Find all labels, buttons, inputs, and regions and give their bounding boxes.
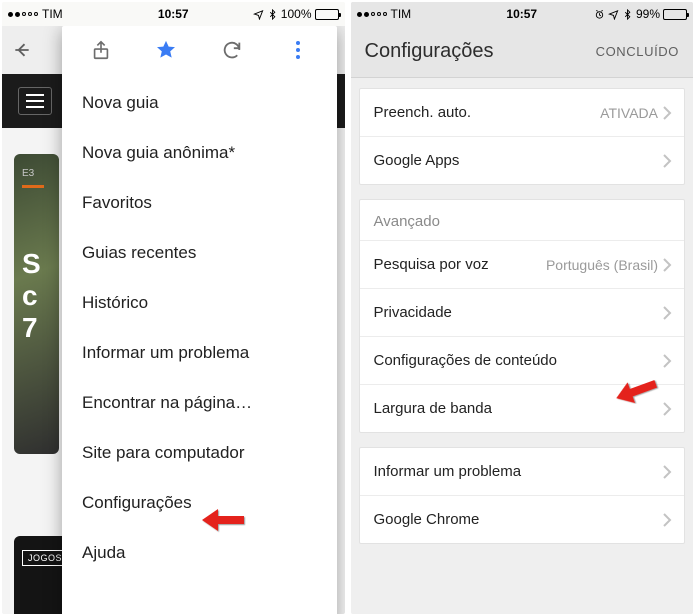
menu-item-label: Guias recentes xyxy=(82,243,196,262)
row-label: Google Apps xyxy=(374,152,460,169)
phone-right: TIM 10:57 99% Configurações CONCLUÍDO Pr… xyxy=(351,2,694,614)
menu-item-label: Nova guia xyxy=(82,93,159,112)
row-report-problem[interactable]: Informar um problema xyxy=(360,448,685,495)
row-content-settings[interactable]: Configurações de conteúdo xyxy=(360,336,685,384)
card-tag: E3 xyxy=(22,168,51,179)
signal-dots-icon xyxy=(357,12,387,17)
row-value: ATIVADA xyxy=(600,105,658,121)
row-label: Configurações de conteúdo xyxy=(374,352,557,369)
battery-icon xyxy=(663,9,687,20)
alarm-icon xyxy=(594,9,605,20)
status-bar: TIM 10:57 99% xyxy=(351,2,694,26)
carrier-label: TIM xyxy=(391,7,412,21)
card-text: 7 xyxy=(22,312,51,344)
settings-group-basic: Preench. auto. ATIVADA Google Apps xyxy=(359,88,686,185)
menu-item-report-problem[interactable]: Informar um problema xyxy=(62,328,337,378)
menu-item-label: Nova guia anônima* xyxy=(82,143,235,162)
row-autofill[interactable]: Preench. auto. ATIVADA xyxy=(360,89,685,136)
menu-item-label: Histórico xyxy=(82,293,148,312)
more-vert-icon[interactable] xyxy=(275,41,321,59)
menu-item-bookmarks[interactable]: Favoritos xyxy=(62,178,337,228)
menu-item-recent-tabs[interactable]: Guias recentes xyxy=(62,228,337,278)
location-icon xyxy=(608,9,619,20)
bluetooth-icon xyxy=(267,9,278,20)
settings-group-info: Informar um problema Google Chrome xyxy=(359,447,686,544)
chevron-right-icon xyxy=(662,513,672,527)
menu-item-label: Configurações xyxy=(82,493,192,512)
menu-item-label: Site para computador xyxy=(82,443,245,462)
menu-toolbar xyxy=(62,26,337,74)
settings-body: Preench. auto. ATIVADA Google Apps Avanç… xyxy=(351,88,694,544)
chevron-right-icon xyxy=(662,258,672,272)
chevron-right-icon xyxy=(662,354,672,368)
chevron-right-icon xyxy=(662,402,672,416)
section-header-advanced: Avançado xyxy=(360,200,685,240)
menu-item-find-in-page[interactable]: Encontrar na página… xyxy=(62,378,337,428)
menu-item-help[interactable]: Ajuda xyxy=(62,528,337,578)
menu-item-desktop-site[interactable]: Site para computador xyxy=(62,428,337,478)
settings-header: Configurações CONCLUÍDO xyxy=(351,26,694,78)
page-title: Configurações xyxy=(365,40,494,63)
reload-icon[interactable] xyxy=(209,39,255,61)
chevron-right-icon xyxy=(662,154,672,168)
share-icon[interactable] xyxy=(78,39,124,61)
battery-icon xyxy=(315,9,339,20)
card-text: S xyxy=(22,248,51,280)
back-icon[interactable] xyxy=(12,40,32,60)
row-label: Pesquisa por voz xyxy=(374,256,489,273)
row-google-chrome[interactable]: Google Chrome xyxy=(360,495,685,543)
annotation-arrow-icon xyxy=(200,507,246,533)
row-label: Informar um problema xyxy=(374,463,522,480)
battery-pct: 100% xyxy=(281,7,312,21)
bookmark-star-icon[interactable] xyxy=(143,39,189,61)
row-label: Largura de banda xyxy=(374,400,492,417)
row-privacy[interactable]: Privacidade xyxy=(360,288,685,336)
menu-item-label: Ajuda xyxy=(82,543,125,562)
row-label: Preench. auto. xyxy=(374,104,472,121)
carrier-label: TIM xyxy=(42,7,63,21)
menu-item-incognito[interactable]: Nova guia anônima* xyxy=(62,128,337,178)
menu-item-history[interactable]: Histórico xyxy=(62,278,337,328)
row-value: Português (Brasil) xyxy=(546,257,658,273)
chevron-right-icon xyxy=(662,306,672,320)
done-button[interactable]: CONCLUÍDO xyxy=(596,44,679,59)
status-time: 10:57 xyxy=(506,7,537,21)
menu-item-label: Favoritos xyxy=(82,193,152,212)
menu-item-label: Encontrar na página… xyxy=(82,393,252,412)
card-text: c xyxy=(22,280,51,312)
row-label: Privacidade xyxy=(374,304,452,321)
phone-left: TIM 10:57 100% E3 S c xyxy=(2,2,345,614)
signal-dots-icon xyxy=(8,12,38,17)
row-voice-search[interactable]: Pesquisa por voz Português (Brasil) xyxy=(360,240,685,288)
hamburger-icon[interactable] xyxy=(18,87,52,115)
content-card: E3 S c 7 xyxy=(14,154,59,454)
row-google-apps[interactable]: Google Apps xyxy=(360,136,685,184)
chevron-right-icon xyxy=(662,465,672,479)
bluetooth-icon xyxy=(622,9,633,20)
menu-item-new-tab[interactable]: Nova guia xyxy=(62,78,337,128)
row-label: Google Chrome xyxy=(374,511,480,528)
annotation-arrow-icon xyxy=(613,378,659,404)
menu-item-label: Informar um problema xyxy=(82,343,249,362)
battery-pct: 99% xyxy=(636,7,660,21)
status-time: 10:57 xyxy=(158,7,189,21)
status-bar: TIM 10:57 100% xyxy=(2,2,345,26)
location-icon xyxy=(253,9,264,20)
chevron-right-icon xyxy=(662,106,672,120)
